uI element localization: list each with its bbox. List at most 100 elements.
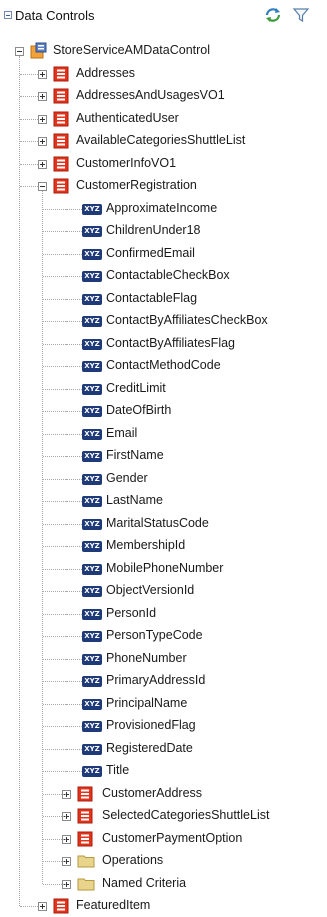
tree-connector <box>43 726 66 727</box>
tree-node-label: StoreServiceAMDataControl <box>53 43 211 57</box>
tree-connector <box>43 388 66 390</box>
collection-icon <box>77 831 93 846</box>
tree-connector <box>43 208 66 210</box>
tree-node-label: MembershipId <box>106 538 186 552</box>
tree-connector <box>43 591 66 592</box>
tree-connector <box>43 276 66 277</box>
tree-connector <box>43 231 66 232</box>
tree-connector <box>66 748 82 750</box>
data-controls-tree: StoreServiceAMDataControl Addresses Addres… <box>0 0 327 915</box>
tree-connector <box>43 523 66 525</box>
tree-node-collection[interactable]: Addresses <box>0 63 327 85</box>
tree-node-label: CustomerInfoVO1 <box>76 155 177 170</box>
tree-connector <box>66 298 82 300</box>
tree-connector <box>43 771 66 772</box>
tree-node-label: CustomerAddress <box>102 785 203 800</box>
tree-node-label: DateOfBirth <box>106 403 172 417</box>
tree-node-collection[interactable]: AvailableCategoriesShuttleList <box>0 130 327 152</box>
tree-node-collection-expanded[interactable]: CustomerRegistration <box>0 175 327 197</box>
attribute-icon: XYZ <box>82 631 102 642</box>
tree-node-label: ContactMethodCode <box>106 358 221 372</box>
tree-node-label: RegisteredDate <box>106 740 193 755</box>
tree-connector <box>66 366 82 367</box>
tree-node-label: ProvisionedFlag <box>106 718 196 732</box>
tree-connector <box>66 456 82 457</box>
attribute-icon: XYZ <box>82 451 102 462</box>
expand-icon[interactable] <box>38 114 47 124</box>
tree-node-label: Addresses <box>76 65 136 80</box>
tree-node-label: SelectedCategoriesShuttleList <box>102 808 270 822</box>
tree-connector <box>66 636 82 637</box>
tree-node-collection[interactable]: AuthenticatedUser <box>0 108 327 130</box>
tree-connector <box>43 366 66 367</box>
tree-connector <box>43 411 66 412</box>
tree-connector <box>66 591 82 592</box>
tree-connector <box>66 523 82 525</box>
tree-connector <box>43 546 66 547</box>
collection-icon <box>53 111 69 126</box>
tree-node-label: ChildrenUnder18 <box>106 223 201 237</box>
attribute-icon: XYZ <box>82 383 102 395</box>
expand-icon[interactable] <box>38 902 47 911</box>
tree-node-label: PersonId <box>106 605 157 620</box>
tree-node-label: ContactByAffiliatesCheckBox <box>106 313 268 327</box>
tree-connector <box>43 703 66 705</box>
tree-connector <box>66 771 82 772</box>
tree-node-label: CustomerRegistration <box>76 178 197 192</box>
tree-node-label: AvailableCategoriesShuttleList <box>76 133 246 147</box>
tree-connector <box>66 726 82 727</box>
collapse-icon[interactable] <box>38 182 47 191</box>
collection-icon <box>53 898 69 914</box>
attribute-icon: XYZ <box>82 361 102 372</box>
tree-node-label: LastName <box>106 493 163 507</box>
collection-icon <box>53 66 69 81</box>
tree-node-label: ContactableFlag <box>106 290 198 305</box>
tree-node-collection[interactable]: CustomerInfoVO1 <box>0 153 327 175</box>
tree-connector <box>20 186 38 187</box>
tree-connector <box>66 478 82 480</box>
attribute-icon: XYZ <box>82 698 102 710</box>
tree-connector <box>43 658 66 660</box>
tree-node-label: CustomerPaymentOption <box>102 830 243 845</box>
tree-node-root[interactable]: StoreServiceAMDataControl <box>0 40 327 62</box>
tree-connector <box>43 501 66 502</box>
collapse-icon[interactable] <box>15 47 24 56</box>
tree-connector <box>43 253 66 255</box>
attribute-icon: XYZ <box>82 248 102 260</box>
tree-connector <box>43 636 66 637</box>
tree-node-collection[interactable]: FeaturedItem <box>0 895 327 917</box>
attribute-icon: XYZ <box>82 586 102 597</box>
tree-connector <box>66 703 82 705</box>
tree-node-label: Operations <box>102 853 164 867</box>
expand-icon[interactable] <box>38 159 47 169</box>
tree-node-collection[interactable]: AddressesAndUsagesVO1 <box>0 85 327 107</box>
tree-connector <box>20 906 38 907</box>
collection-icon <box>77 808 93 824</box>
attribute-icon: XYZ <box>82 608 102 620</box>
tree-node-label: ObjectVersionId <box>106 583 195 597</box>
tree-connector <box>43 568 66 570</box>
tree-connector <box>20 141 38 142</box>
tree-connector <box>43 613 66 615</box>
collection-icon <box>53 88 69 104</box>
tree-connector <box>43 433 66 435</box>
tree-node-label: Gender <box>106 470 148 485</box>
collection-icon <box>53 133 69 149</box>
tree-node-label: ConfirmedEmail <box>106 245 195 260</box>
expand-icon[interactable] <box>38 137 47 146</box>
tree-connector <box>66 253 82 255</box>
tree-connector <box>66 681 82 682</box>
tree-node-label: PhoneNumber <box>106 650 187 665</box>
attribute-icon: XYZ <box>82 203 102 215</box>
tree-connector <box>43 456 66 457</box>
folder-icon <box>77 878 95 890</box>
attribute-icon: XYZ <box>82 473 102 485</box>
collection-icon <box>53 156 69 171</box>
expand-icon[interactable] <box>38 92 47 101</box>
tree-connector <box>43 681 66 682</box>
attribute-icon: XYZ <box>82 676 102 687</box>
tree-connector <box>43 343 66 345</box>
tree-connector <box>66 501 82 502</box>
tree-node-label: FirstName <box>106 448 164 462</box>
expand-icon[interactable] <box>38 69 47 79</box>
